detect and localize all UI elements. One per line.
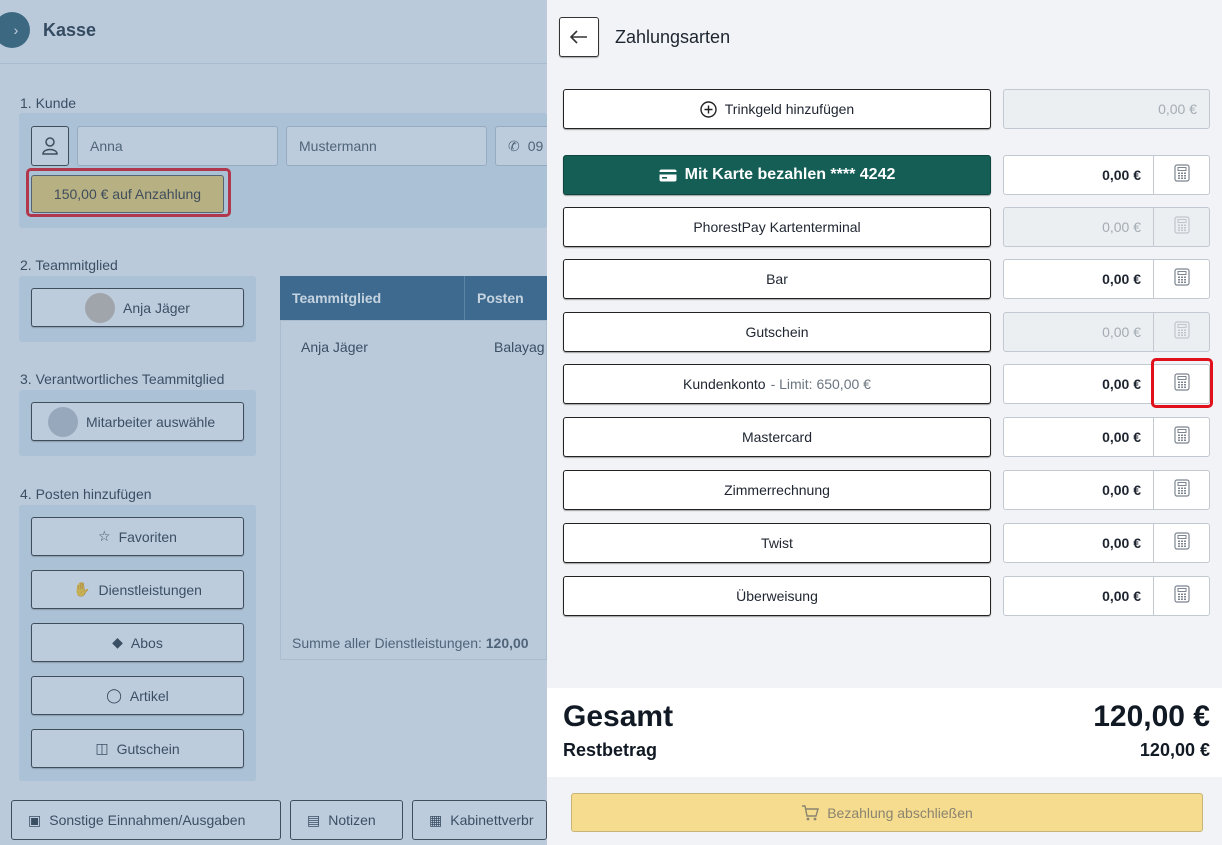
mastercard-label: Mastercard xyxy=(741,429,813,445)
cash-amount-field[interactable]: 0,00 € xyxy=(1003,259,1154,299)
mastercard-amount-field[interactable]: 0,00 € xyxy=(1003,417,1154,457)
back-button[interactable] xyxy=(559,17,599,57)
calculator-icon xyxy=(1173,320,1190,344)
calculator-icon xyxy=(1173,425,1190,449)
room-invoice-calculator-button[interactable] xyxy=(1153,470,1210,510)
total-value: 120,00 € xyxy=(1093,700,1210,733)
voucher-amount-field: 0,00 € xyxy=(1003,312,1154,352)
room-invoice-amount-field[interactable]: 0,00 € xyxy=(1003,470,1154,510)
panel-title: Zahlungsarten xyxy=(615,27,731,47)
bank-transfer-calculator-button[interactable] xyxy=(1153,576,1210,616)
highlight-calculator xyxy=(1151,358,1213,408)
shopping-cart-icon xyxy=(802,804,820,820)
add-tip-label: Trinkgeld hinzufügen xyxy=(724,101,855,117)
phorestpay-terminal-label: PhorestPay Kartenterminal xyxy=(693,219,861,235)
cash-label: Bar xyxy=(766,271,788,287)
voucher-label: Gutschein xyxy=(745,324,809,340)
total-label: Gesamt xyxy=(563,700,674,733)
bank-transfer-button[interactable]: Überweisung xyxy=(563,576,991,616)
room-invoice-label: Zimmerrechnung xyxy=(724,482,830,498)
voucher-calculator-button xyxy=(1153,312,1210,352)
twist-amount-field[interactable]: 0,00 € xyxy=(1003,523,1154,563)
customer-account-amount-field[interactable]: 0,00 € xyxy=(1003,364,1154,404)
cash-calculator-button[interactable] xyxy=(1153,259,1210,299)
calculator-icon xyxy=(1173,267,1190,291)
twist-calculator-button[interactable] xyxy=(1153,523,1210,563)
twist-button[interactable]: Twist xyxy=(563,523,991,563)
twist-label: Twist xyxy=(761,535,793,551)
customer-account-label: Kundenkonto xyxy=(683,376,766,392)
phorestpay-terminal-button[interactable]: PhorestPay Kartenterminal xyxy=(563,207,991,247)
complete-payment-button[interactable]: Bezahlung abschließen xyxy=(571,793,1203,832)
room-invoice-button[interactable]: Zimmerrechnung xyxy=(563,470,991,510)
calculator-icon xyxy=(1173,531,1190,555)
arrow-left-icon xyxy=(570,30,587,44)
bank-transfer-label: Überweisung xyxy=(736,588,818,604)
customer-account-button[interactable]: Kundenkonto - Limit: 650,00 € xyxy=(563,364,991,404)
tip-amount-field: 0,00 € xyxy=(1003,89,1210,129)
calculator-icon xyxy=(1173,584,1190,608)
credit-card-icon xyxy=(659,169,677,181)
phorestpay-calculator-button xyxy=(1153,207,1210,247)
customer-account-limit: - Limit: 650,00 € xyxy=(770,376,871,392)
bank-transfer-amount-field[interactable]: 0,00 € xyxy=(1003,576,1154,616)
add-tip-button[interactable]: Trinkgeld hinzufügen xyxy=(563,89,991,129)
modal-backdrop[interactable] xyxy=(0,0,547,845)
mastercard-button[interactable]: Mastercard xyxy=(563,417,991,457)
payment-methods-panel: Zahlungsarten Trinkgeld hinzufügen 0,00 … xyxy=(547,0,1222,845)
payment-summary: Gesamt 120,00 € Restbetrag 120,00 € xyxy=(547,688,1222,777)
pay-with-card-button[interactable]: Mit Karte bezahlen **** 4242 xyxy=(563,155,991,195)
card-amount-field[interactable]: 0,00 € xyxy=(1003,155,1154,195)
pay-with-card-label: Mit Karte bezahlen **** 4242 xyxy=(684,166,896,183)
mastercard-calculator-button[interactable] xyxy=(1153,417,1210,457)
calculator-icon xyxy=(1173,478,1190,502)
calculator-icon xyxy=(1173,215,1190,239)
remaining-label: Restbetrag xyxy=(563,740,658,760)
complete-payment-label: Bezahlung abschließen xyxy=(827,804,973,821)
phorestpay-amount-field: 0,00 € xyxy=(1003,207,1154,247)
calculator-icon xyxy=(1173,163,1190,187)
voucher-button[interactable]: Gutschein xyxy=(563,312,991,352)
card-calculator-button[interactable] xyxy=(1153,155,1210,195)
cash-button[interactable]: Bar xyxy=(563,259,991,299)
plus-circle-icon xyxy=(700,100,717,118)
remaining-value: 120,00 € xyxy=(1139,740,1210,760)
